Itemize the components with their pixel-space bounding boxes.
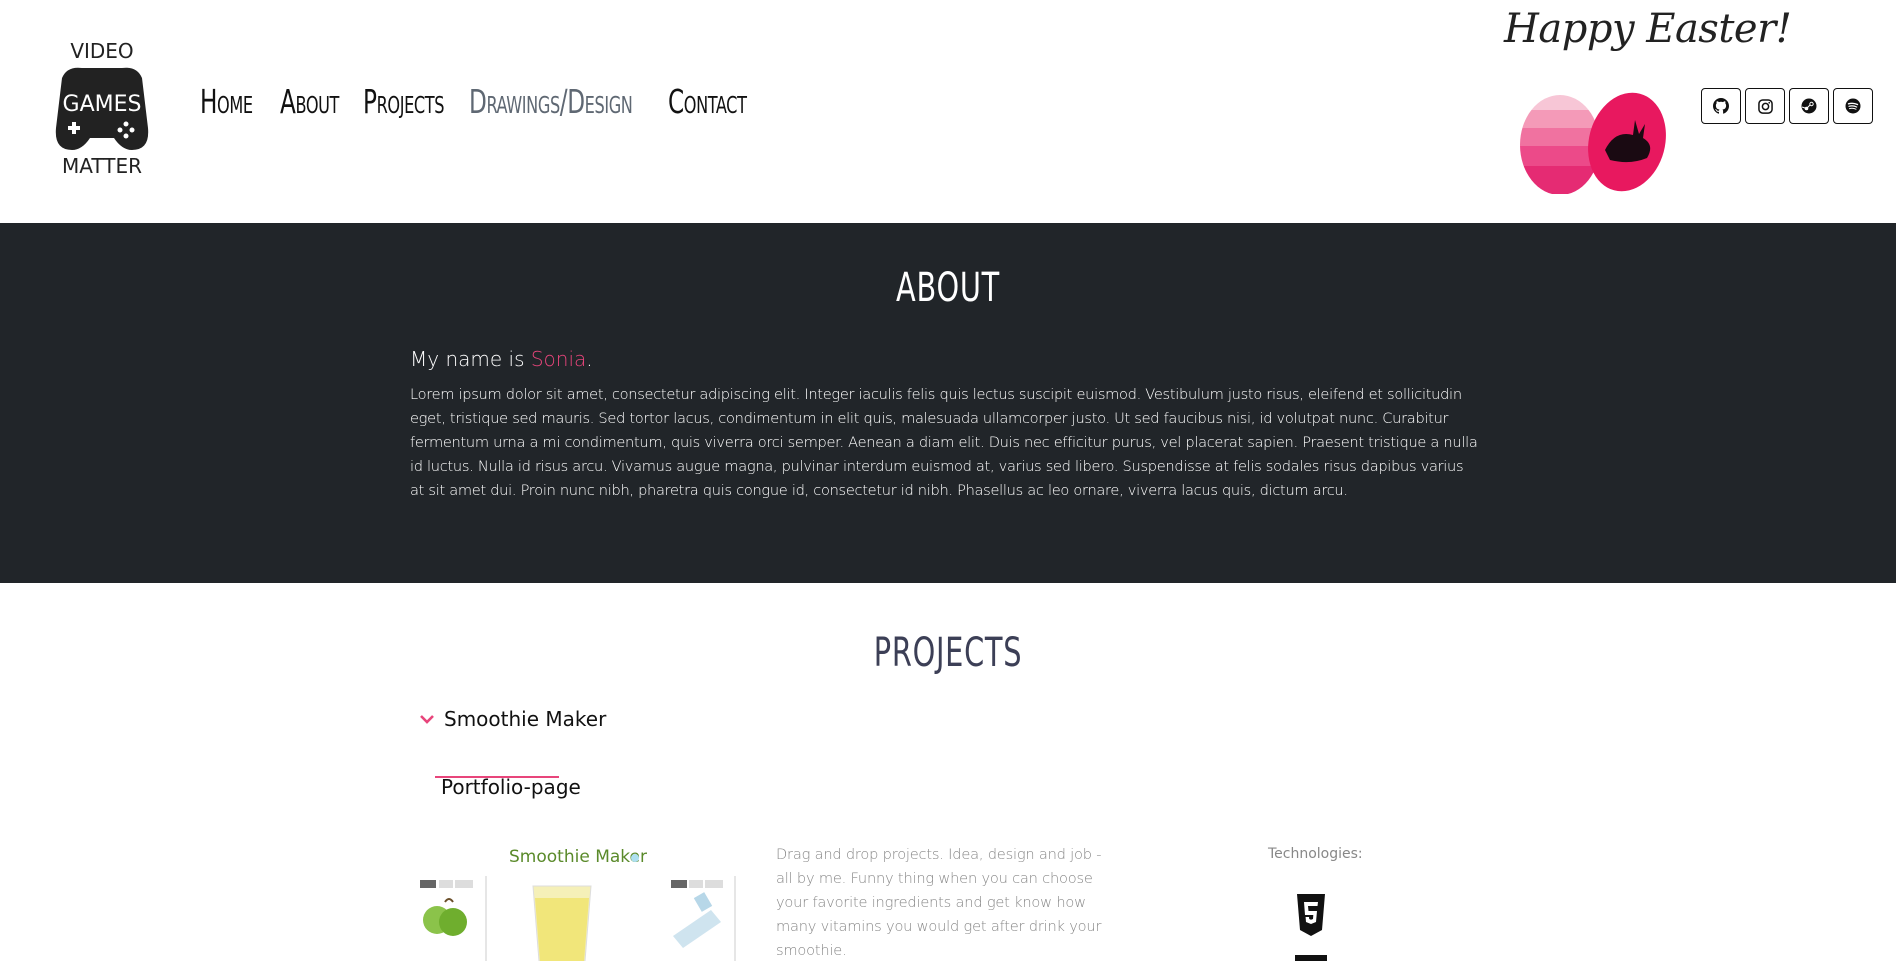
logo[interactable]: VIDEO GAMES MATTER (52, 38, 152, 178)
github-button[interactable] (1701, 88, 1741, 124)
technologies-label: Technologies: (1268, 846, 1363, 862)
nav-drawings-design[interactable]: Drawings/Design (469, 82, 633, 121)
github-icon (1713, 98, 1729, 114)
nav-contact[interactable]: Contact (668, 82, 747, 121)
about-section: About My name is Sonia. Lorem ipsum dolo… (0, 223, 1896, 583)
social-links (1701, 88, 1873, 124)
html5-icon (1297, 894, 1325, 936)
steam-button[interactable] (1789, 88, 1829, 124)
intro-suffix: . (586, 347, 593, 371)
project-thumbnail[interactable]: Smoothie Maker (415, 836, 745, 961)
chevron-down-icon (420, 715, 434, 724)
nav-home[interactable]: Home (200, 82, 253, 121)
author-name: Sonia (530, 347, 587, 371)
nav-about[interactable]: About (280, 82, 339, 121)
project-title: Smoothie Maker (444, 707, 607, 731)
project-toggle[interactable]: Smoothie Maker (420, 707, 606, 731)
main-nav: Home About Projects Drawings/Design Cont… (200, 82, 768, 121)
instagram-icon (1757, 98, 1773, 114)
instagram-button[interactable] (1745, 88, 1785, 124)
easter-eggs-image (1520, 92, 1666, 194)
svg-text:MATTER: MATTER (62, 154, 142, 178)
intro-prefix: My name is (410, 347, 531, 371)
portfolio-link-label: Portfolio-page (441, 775, 581, 799)
css3-icon (1295, 955, 1327, 961)
easter-greeting: Happy Easter! (1504, 6, 1792, 52)
about-text: Lorem ipsum dolor sit amet, consectetur … (410, 386, 1478, 499)
about-heading: About (896, 265, 1000, 311)
spotify-button[interactable] (1833, 88, 1873, 124)
link-underline (435, 776, 559, 778)
thumbnail-title: Smoothie Maker (509, 847, 647, 867)
portfolio-page-link[interactable]: Portfolio-page (435, 775, 581, 799)
project-description: Drag and drop projects. Idea, design and… (776, 846, 1102, 959)
svg-text:VIDEO: VIDEO (70, 39, 133, 63)
site-header: VIDEO GAMES MATTER Home About Projects D… (0, 0, 1896, 223)
spotify-icon (1845, 98, 1861, 114)
projects-heading: Projects (873, 630, 1023, 676)
steam-icon (1801, 98, 1817, 114)
about-intro: My name is Sonia. (410, 347, 593, 371)
svg-text:GAMES: GAMES (63, 92, 142, 117)
nav-projects[interactable]: Projects (363, 82, 444, 121)
